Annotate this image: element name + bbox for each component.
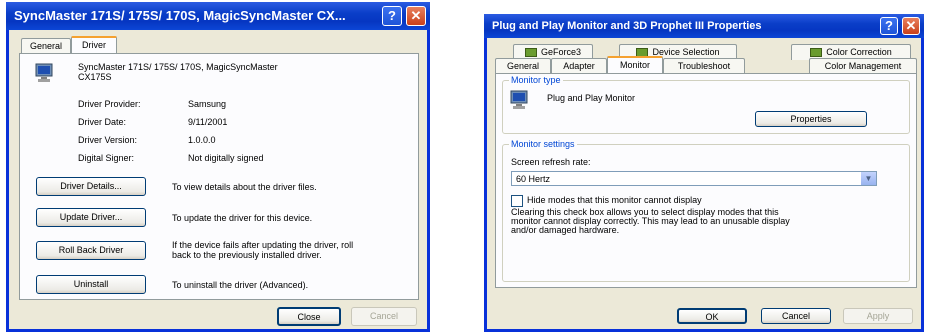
driver-properties-dialog: SyncMaster 171S/ 175S/ 170S, MagicSyncMa… (6, 2, 430, 332)
monitor-settings-group: Monitor settings Screen refresh rate: 60… (502, 139, 910, 282)
hide-modes-checkbox[interactable] (511, 195, 523, 207)
description-line3: and/or damaged hardware. (511, 225, 620, 235)
driver-date-label: Driver Date: (78, 117, 127, 127)
monitor-tab-panel: Monitor type Plug and Play Monitor Prope… (495, 73, 917, 288)
update-driver-description: To update the driver for this device. (172, 213, 313, 223)
driver-dialog-title-bar[interactable]: SyncMaster 171S/ 175S/ 170S, MagicSyncMa… (6, 2, 430, 30)
close-window-button[interactable]: ✕ (406, 6, 426, 26)
refresh-rate-dropdown[interactable]: 60 Hertz ▼ (511, 171, 877, 186)
roll-back-description-line1: If the device fails after updating the d… (172, 240, 354, 250)
driver-version-value: 1.0.0.0 (188, 135, 216, 145)
monitor-dialog-title-bar[interactable]: Plug and Play Monitor and 3D Prophet III… (484, 14, 924, 38)
tab-monitor[interactable]: Monitor (607, 56, 663, 74)
driver-provider-value: Samsung (188, 99, 227, 109)
monitor-icon (35, 63, 53, 82)
driver-tab-panel: SyncMaster 171S/ 175S/ 170S, MagicSyncMa… (19, 53, 419, 300)
driver-version-label: Driver Version: (78, 135, 138, 145)
tab-general[interactable]: General (21, 38, 71, 54)
digital-signer-label: Digital Signer: (78, 153, 135, 163)
tab-driver[interactable]: Driver (71, 36, 117, 54)
monitor-icon (510, 90, 528, 109)
monitor-dialog-title: Plug and Play Monitor and 3D Prophet III… (492, 20, 762, 32)
driver-date-value: 9/11/2001 (188, 117, 228, 127)
monitor-type-group: Monitor type Plug and Play Monitor Prope… (502, 75, 910, 134)
driver-dialog-title: SyncMaster 171S/ 175S/ 170S, MagicSyncMa… (14, 8, 346, 23)
help-button[interactable]: ? (880, 17, 898, 35)
tab-label: Color Correction (826, 47, 892, 57)
hide-modes-label: Hide modes that this monitor cannot disp… (527, 195, 702, 205)
driver-details-description: To view details about the driver files. (172, 182, 317, 192)
properties-button[interactable]: Properties (755, 111, 867, 127)
tab-label: Device Selection (652, 47, 720, 57)
nvidia-icon (524, 48, 537, 58)
roll-back-driver-button[interactable]: Roll Back Driver (36, 241, 146, 260)
monitor-type-label: Monitor type (509, 75, 563, 85)
roll-back-description-line2: back to the previously installed driver. (172, 250, 322, 260)
uninstall-description: To uninstall the driver (Advanced). (172, 280, 309, 290)
update-driver-button[interactable]: Update Driver... (36, 208, 146, 227)
device-name-line2: CX175S (78, 72, 112, 82)
cancel-button[interactable]: Cancel (351, 307, 417, 326)
monitor-settings-label: Monitor settings (509, 139, 577, 149)
close-window-button[interactable]: ✕ (902, 17, 920, 35)
apply-button[interactable]: Apply (843, 308, 913, 324)
ok-button[interactable]: OK (677, 308, 747, 324)
tab-general[interactable]: General (495, 58, 551, 74)
monitor-name: Plug and Play Monitor (547, 93, 636, 103)
cancel-button[interactable]: Cancel (761, 308, 831, 324)
tab-color-management[interactable]: Color Management (809, 58, 917, 74)
close-button[interactable]: Close (277, 307, 341, 326)
device-name-line1: SyncMaster 171S/ 175S/ 170S, MagicSyncMa… (78, 62, 278, 72)
monitor-properties-dialog: Plug and Play Monitor and 3D Prophet III… (484, 14, 924, 332)
driver-details-button[interactable]: Driver Details... (36, 177, 146, 196)
help-button[interactable]: ? (382, 6, 402, 26)
tab-adapter[interactable]: Adapter (551, 58, 607, 74)
tab-label: GeForce3 (540, 47, 582, 57)
refresh-rate-label: Screen refresh rate: (511, 157, 591, 167)
refresh-rate-value: 60 Hertz (516, 174, 551, 184)
chevron-down-icon[interactable]: ▼ (861, 172, 876, 185)
tab-troubleshoot[interactable]: Troubleshoot (663, 58, 745, 74)
uninstall-button[interactable]: Uninstall (36, 275, 146, 294)
nvidia-icon (810, 48, 823, 58)
driver-provider-label: Driver Provider: (78, 99, 141, 109)
digital-signer-value: Not digitally signed (188, 153, 264, 163)
